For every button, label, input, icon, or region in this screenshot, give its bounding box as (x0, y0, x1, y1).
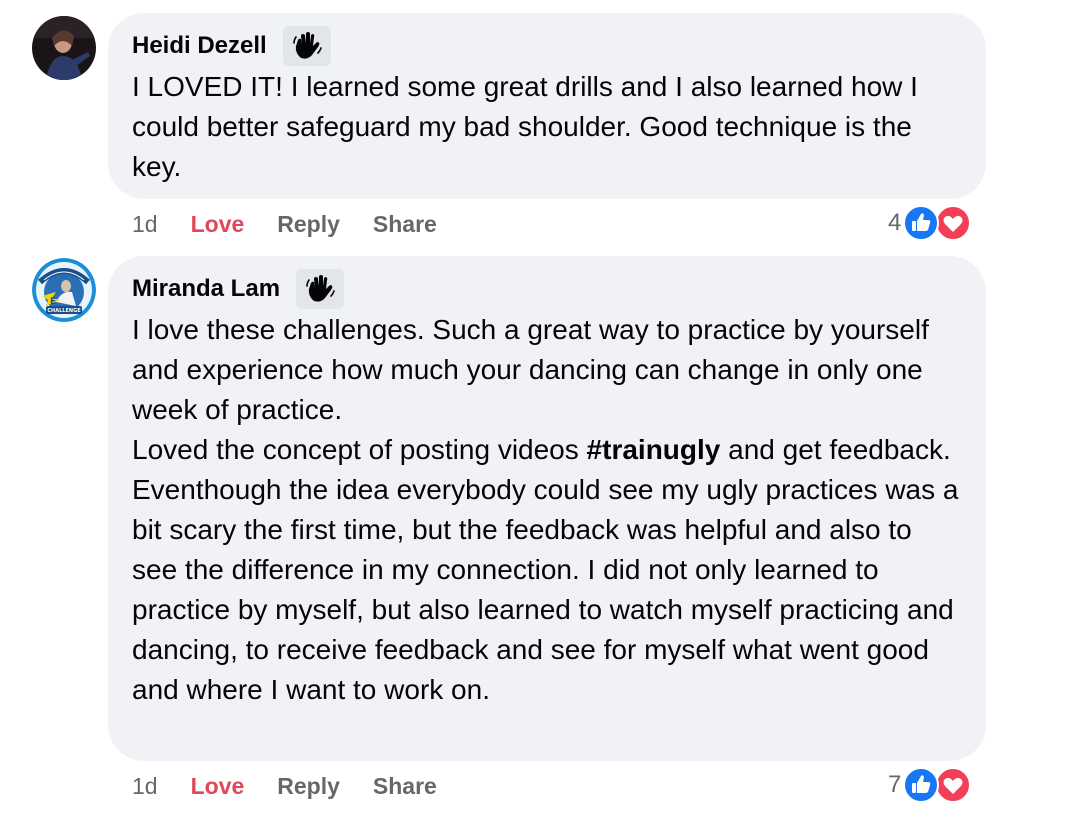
reaction-summary[interactable]: 4 (888, 205, 973, 241)
comment-actions: 1d Love Reply Share (132, 208, 437, 240)
comment-bubble: Heidi Dezell I LOVED IT! I learned some … (108, 13, 986, 199)
love-button[interactable]: Love (191, 773, 245, 800)
like-icon (903, 767, 940, 803)
waving-hand-icon[interactable] (296, 269, 345, 309)
text-segment: Loved the concept of posting videos (132, 434, 587, 465)
reaction-count: 4 (888, 209, 902, 236)
svg-text:CHALLENGE: CHALLENGE (47, 308, 81, 314)
share-button[interactable]: Share (373, 211, 437, 238)
comment-timestamp[interactable]: 1d (132, 211, 158, 238)
reply-button[interactable]: Reply (277, 211, 340, 238)
comment-paragraph: I LOVED IT! I learned some great drills … (132, 71, 918, 182)
waving-hand-icon[interactable] (282, 26, 331, 66)
author-name[interactable]: Miranda Lam (132, 275, 280, 303)
author-name[interactable]: Heidi Dezell (132, 32, 267, 60)
avatar-photo-icon (32, 16, 96, 80)
like-icon (903, 205, 940, 241)
comment-paragraph: Loved the concept of posting videos #tra… (132, 430, 962, 710)
svg-text:E: E (50, 297, 56, 307)
love-button[interactable]: Love (191, 211, 245, 238)
comment-bubble: Miranda Lam I love these challenges. Suc… (108, 256, 986, 761)
heart-icon (935, 767, 972, 803)
comment-text: I LOVED IT! I learned some great drills … (132, 67, 962, 187)
reaction-summary[interactable]: 7 (888, 767, 973, 803)
comment-paragraph: I love these challenges. Such a great wa… (132, 314, 929, 425)
reaction-count: 7 (888, 771, 902, 798)
hashtag-link[interactable]: #trainugly (587, 434, 721, 465)
share-button[interactable]: Share (373, 773, 437, 800)
comment-text: I love these challenges. Such a great wa… (132, 310, 962, 710)
challenge-logo-icon: E CHALLENGE (32, 258, 96, 322)
heart-icon (935, 205, 972, 241)
reply-button[interactable]: Reply (277, 773, 340, 800)
avatar[interactable]: E CHALLENGE (32, 258, 96, 322)
avatar[interactable] (32, 16, 96, 80)
comment-timestamp[interactable]: 1d (132, 773, 158, 800)
comment-actions: 1d Love Reply Share (132, 770, 437, 802)
text-segment: and get feedback. Eventhough the idea ev… (132, 434, 959, 705)
